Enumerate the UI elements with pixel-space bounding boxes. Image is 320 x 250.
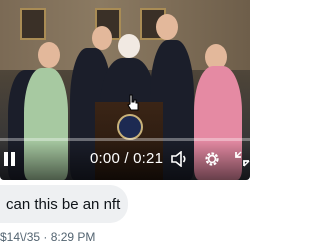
exit-fullscreen-icon[interactable] bbox=[235, 150, 250, 168]
video-scene-element bbox=[20, 8, 46, 40]
progress-bar[interactable] bbox=[0, 138, 250, 141]
pause-icon[interactable] bbox=[2, 152, 16, 166]
video-scene-element bbox=[92, 26, 112, 50]
current-time: 0:00 bbox=[90, 150, 120, 167]
video-scene-element bbox=[156, 14, 178, 40]
video-scene-element bbox=[117, 114, 143, 140]
video-scene-element bbox=[118, 34, 140, 58]
gear-icon[interactable] bbox=[203, 150, 221, 168]
volume-icon[interactable] bbox=[171, 151, 189, 167]
time-display: 0:00 / 0:21 bbox=[90, 150, 163, 167]
message-text: can this be an nft bbox=[6, 196, 121, 213]
time-separator: / bbox=[124, 150, 129, 167]
hand-cursor-icon bbox=[127, 94, 139, 111]
duration: 0:21 bbox=[133, 150, 164, 167]
message-meta: $14\/35 · 8:29 PM bbox=[0, 230, 96, 244]
video-player[interactable]: 0:00 / 0:21 bbox=[0, 0, 250, 180]
video-scene-element bbox=[38, 42, 60, 68]
